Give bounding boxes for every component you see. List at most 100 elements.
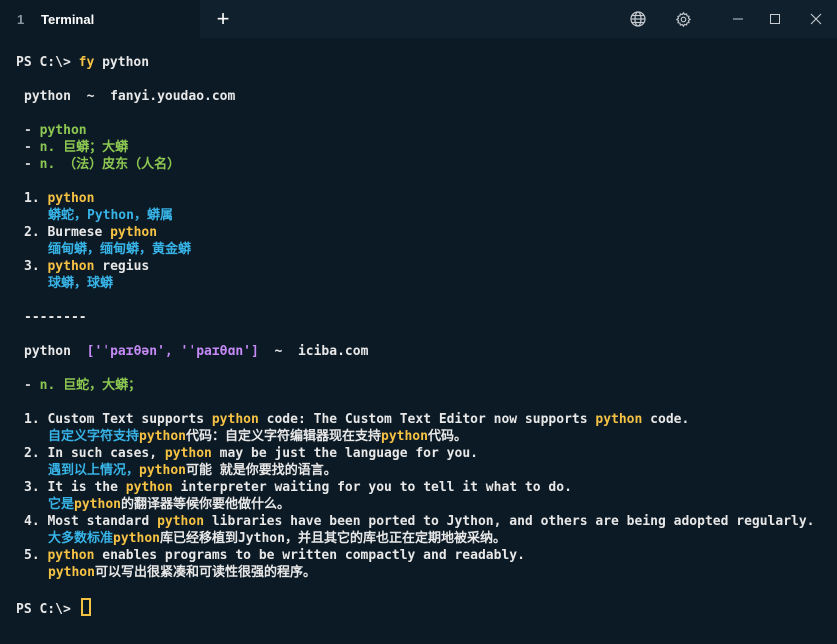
globe-icon[interactable] bbox=[620, 0, 656, 38]
highlight: python bbox=[164, 446, 212, 461]
word: python bbox=[24, 344, 71, 359]
highlight: python bbox=[157, 514, 205, 529]
command-name: fy bbox=[78, 55, 95, 70]
highlight: python bbox=[48, 565, 95, 580]
command-line: PS C:\> fy python bbox=[16, 54, 149, 71]
text: Most standard bbox=[47, 514, 158, 529]
text: It is the bbox=[47, 480, 126, 495]
phrase-translation: 缅甸蟒，缅甸蟒，黄金蟒 bbox=[48, 242, 192, 257]
word: python bbox=[24, 89, 71, 104]
tab-title: Terminal bbox=[41, 11, 95, 27]
example-cn: 自定义字符支持python代码：自定义字符编辑器现在支持python代码。 bbox=[48, 428, 467, 445]
highlight: python bbox=[47, 191, 95, 206]
dash: - bbox=[24, 378, 40, 393]
example-cn: 大多数标准python库已经移植到Jython，并且其它的库也正在定期地被采纳。 bbox=[48, 530, 506, 547]
example-en: 2. In such cases, python may be just the… bbox=[24, 445, 478, 462]
text: In such cases, bbox=[47, 446, 165, 461]
gear-icon[interactable] bbox=[665, 0, 701, 38]
num: 2. bbox=[24, 446, 48, 461]
dash: - bbox=[24, 123, 40, 138]
highlight: python bbox=[139, 429, 186, 444]
text: 代码。 bbox=[427, 429, 467, 444]
num: 4. bbox=[24, 514, 48, 529]
phrase-translation: 球蟒，球蟒 bbox=[48, 276, 114, 291]
highlight: python bbox=[74, 497, 121, 512]
divider: -------- bbox=[24, 310, 87, 325]
highlight: python bbox=[211, 412, 259, 427]
iciba-header: python ['ˈpaɪθən', 'ˈpaɪθɑn'] ~ iciba.co… bbox=[24, 343, 368, 360]
youdao-def: - n. （法）皮东（人名） bbox=[24, 156, 180, 173]
text: 它是 bbox=[48, 497, 75, 512]
separator: ~ bbox=[258, 344, 298, 359]
highlight: python bbox=[139, 463, 186, 478]
highlight: python bbox=[47, 548, 95, 563]
num: 1. bbox=[24, 191, 48, 206]
youdao-header: python ~ fanyi.youdao.com bbox=[24, 88, 235, 105]
text: 代码：自定义字符编辑器现在支持 bbox=[185, 429, 381, 444]
text: code. bbox=[642, 412, 690, 427]
close-icon[interactable] bbox=[798, 0, 834, 38]
text: 的翻译器等候你要他做什么。 bbox=[120, 497, 290, 512]
phrase-line: 3. python regius bbox=[24, 258, 149, 275]
example-en: 3. It is the python interpreter waiting … bbox=[24, 479, 572, 496]
highlight: python bbox=[125, 480, 173, 495]
phrase-translation: 蟒蛇，Python，蟒属 bbox=[48, 208, 173, 223]
num: 2. bbox=[24, 225, 48, 240]
prompt-line[interactable]: PS C:\> bbox=[16, 598, 91, 618]
text-cursor bbox=[80, 598, 91, 616]
example-en: 5. python enables programs to be written… bbox=[24, 547, 525, 564]
text: 大多数标准 bbox=[48, 531, 114, 546]
def-text: n. 巨蛇，大蟒； bbox=[39, 378, 142, 393]
dash: - bbox=[24, 157, 40, 172]
text: interpreter waiting for you to tell it w… bbox=[172, 480, 572, 495]
example-en: 4. Most standard python libraries have b… bbox=[24, 513, 815, 530]
phrase-line: 1. python bbox=[24, 190, 94, 207]
text: 自定义字符支持 bbox=[48, 429, 140, 444]
highlight: python bbox=[113, 531, 160, 546]
text: 遇到以上情况， bbox=[48, 463, 140, 478]
phrase-line: 2. Burmese python bbox=[24, 224, 157, 241]
text: libraries have been ported to Jython, an… bbox=[204, 514, 815, 529]
source: fanyi.youdao.com bbox=[110, 89, 236, 104]
pre: Burmese bbox=[47, 225, 111, 240]
def-text: n. （法）皮东（人名） bbox=[39, 157, 181, 172]
new-tab-button[interactable]: + bbox=[210, 0, 236, 38]
text: Custom Text supports bbox=[47, 412, 212, 427]
num: 1. bbox=[24, 412, 48, 427]
highlight: python bbox=[47, 259, 95, 274]
command-arg: python bbox=[94, 55, 150, 70]
example-cn: 它是python的翻译器等候你要他做什么。 bbox=[48, 496, 290, 513]
prompt: PS C:\> bbox=[16, 602, 79, 617]
tab-index: 1 bbox=[17, 11, 25, 27]
num: 3. bbox=[24, 259, 48, 274]
example-cn: 遇到以上情况，python可能 就是你要找的语言。 bbox=[48, 462, 337, 479]
highlight: python bbox=[595, 412, 643, 427]
title-bar: 1 Terminal + bbox=[0, 0, 837, 38]
num: 5. bbox=[24, 548, 48, 563]
def-text: python bbox=[39, 123, 87, 138]
num: 3. bbox=[24, 480, 48, 495]
text: 库已经移植到Jython，并且其它的库也正在定期地被采纳。 bbox=[159, 531, 506, 546]
youdao-def: - n. 巨蟒；大蟒 bbox=[24, 139, 128, 156]
def-text: n. 巨蟒；大蟒 bbox=[39, 140, 129, 155]
prompt: PS C:\> bbox=[16, 55, 79, 70]
example-cn: python可以写出很紧凑和可读性很强的程序。 bbox=[48, 564, 316, 581]
source: iciba.com bbox=[297, 344, 369, 359]
youdao-def: - python bbox=[24, 122, 87, 139]
text: code: The Custom Text Editor now support… bbox=[258, 412, 596, 427]
maximize-icon[interactable] bbox=[757, 0, 793, 38]
highlight: python bbox=[381, 429, 428, 444]
minimize-icon[interactable] bbox=[720, 0, 756, 38]
text: 可以写出很紧凑和可读性很强的程序。 bbox=[94, 565, 316, 580]
text: enables programs to be written compactly… bbox=[94, 548, 525, 563]
separator: ~ bbox=[70, 89, 111, 104]
terminal-output[interactable]: PS C:\> fy python python ~ fanyi.youdao.… bbox=[0, 38, 837, 644]
text: may be just the language for you. bbox=[211, 446, 478, 461]
text: 可能 就是你要找的语言。 bbox=[185, 463, 337, 478]
phonetic: ['ˈpaɪθən', 'ˈpaɪθɑn'] bbox=[86, 344, 259, 359]
example-en: 1. Custom Text supports python code: The… bbox=[24, 411, 689, 428]
tab-terminal[interactable]: 1 Terminal bbox=[0, 0, 200, 38]
highlight: python bbox=[110, 225, 158, 240]
iciba-def: - n. 巨蛇，大蟒； bbox=[24, 377, 141, 394]
post: regius bbox=[94, 259, 150, 274]
